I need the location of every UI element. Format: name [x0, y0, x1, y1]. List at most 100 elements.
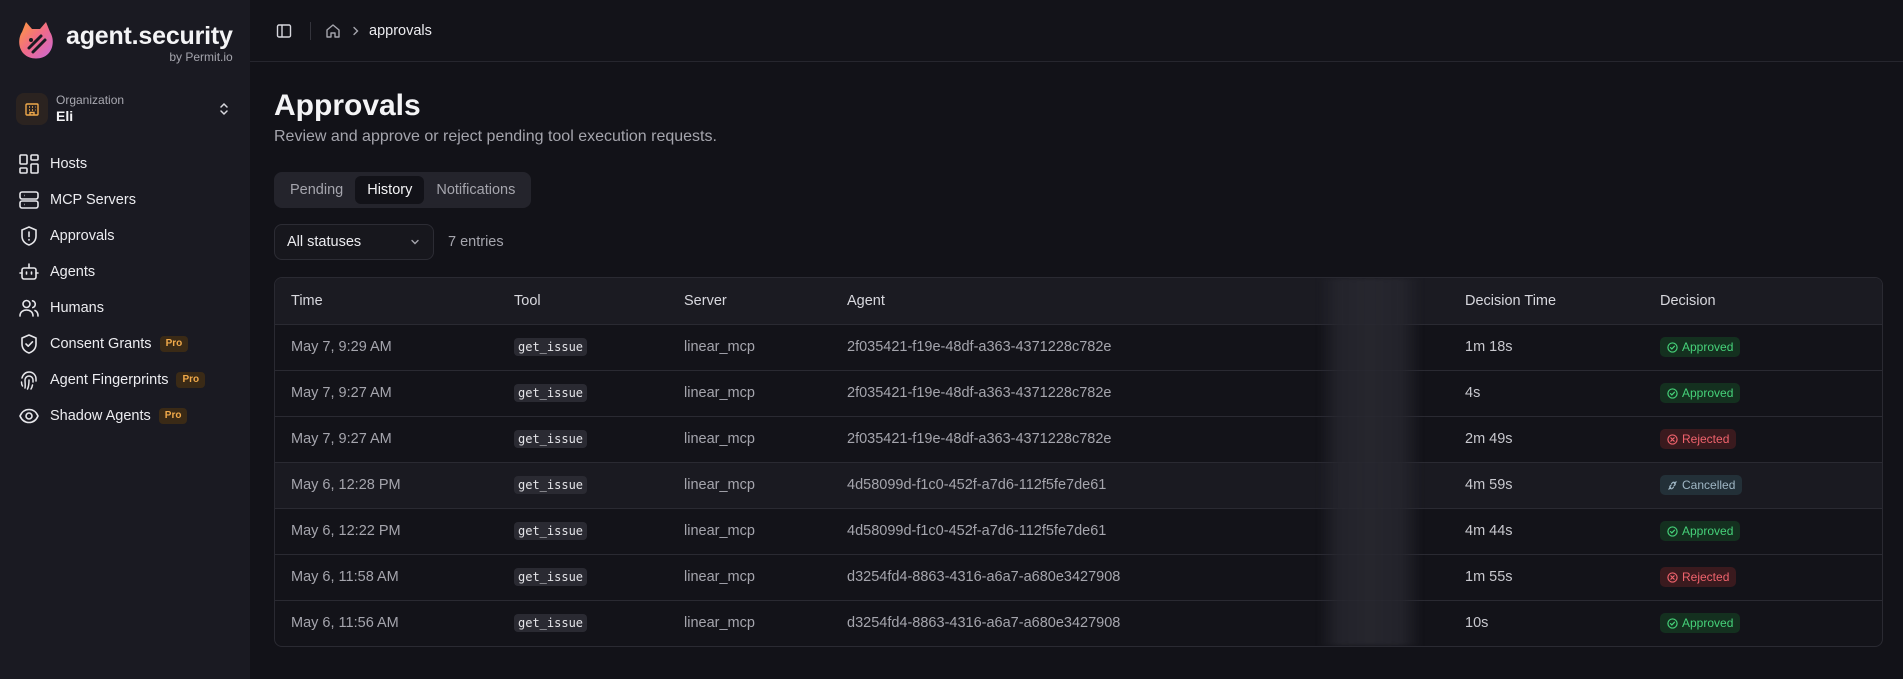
cell-time: May 6, 12:22 PM — [275, 508, 498, 555]
brand-subtitle: by Permit.io — [169, 50, 233, 64]
sidebar-item-label: Shadow Agents — [50, 408, 151, 424]
sidebar-item-approvals[interactable]: Approvals — [0, 218, 250, 254]
cell-decision-time: 10s — [1465, 615, 1489, 632]
cell-time: May 7, 9:27 AM — [275, 370, 498, 417]
sidebar-item-consent-grants[interactable]: Consent Grants Pro — [0, 326, 250, 362]
cell-decision-time: 4m 59s — [1449, 462, 1644, 509]
cell-time: May 6, 11:58 AM — [275, 554, 498, 601]
tabs: Pending History Notifications — [274, 172, 532, 208]
chevrons-up-down-icon[interactable] — [214, 99, 234, 119]
column-header-agent[interactable]: Agent — [831, 278, 1201, 325]
grid-icon — [19, 154, 39, 174]
shield-alert-icon — [21, 226, 37, 246]
status-filter-value: All statuses — [287, 234, 362, 250]
sidebar: agent.security by Permit.io Organization… — [0, 0, 250, 679]
sidebar-item-label: Consent Grants — [50, 336, 152, 352]
chevron-down-icon — [411, 239, 419, 245]
cell-tool: get_issue — [514, 614, 588, 633]
building-icon — [16, 93, 48, 125]
sidebar-item-label: Agent Fingerprints — [50, 372, 169, 388]
table-row[interactable]: May 6, 12:28 PM get_issue linear_mcp 4d5… — [275, 462, 1882, 509]
check-circle-icon — [1667, 618, 1678, 629]
server-icon — [19, 191, 39, 209]
cell-decision-time: 4s — [1449, 370, 1644, 417]
cell-server: linear_mcp — [668, 416, 831, 463]
table-row[interactable]: May 7, 9:27 AM get_issue linear_mcp 2f03… — [275, 416, 1882, 463]
redacted-column-overlay — [1318, 278, 1422, 646]
check-circle-icon — [1667, 525, 1678, 537]
approvals-page: Approvals Review and approve or reject p… — [250, 62, 1903, 647]
cell-decision-time: 1m 18s — [1449, 324, 1644, 371]
sidebar-item-agents[interactable]: Agents — [0, 254, 250, 290]
status-badge: Cancelled — [1660, 475, 1743, 495]
sidebar-item-label: Hosts — [50, 156, 88, 172]
sidebar-item-label: Approvals — [50, 228, 115, 244]
sidebar-item-hosts[interactable]: Hosts — [0, 146, 250, 182]
cell-tool: get_issue — [514, 568, 588, 586]
column-header-tool[interactable]: Tool — [498, 278, 668, 325]
users-icon — [19, 299, 39, 317]
page-title: Approvals — [274, 89, 421, 122]
sidebar-item-mcp-servers[interactable]: MCP Servers — [0, 182, 250, 218]
cell-time: May 7, 9:27 AM — [275, 416, 498, 463]
cell-server: linear_mcp — [668, 370, 831, 417]
x-circle-icon — [1667, 433, 1678, 445]
cell-agent: d3254fd4-8863-4316-a6a7-a680e3427908 — [847, 615, 1121, 632]
cell-agent: 2f035421-f19e-48df-a363-4371228c782e — [831, 370, 1201, 417]
column-header-decision-time[interactable]: Decision Time — [1449, 278, 1644, 325]
tab-notifications[interactable]: Notifications — [424, 176, 527, 204]
column-header-time[interactable]: Time — [275, 278, 498, 325]
cell-agent: 2f035421-f19e-48df-a363-4371228c782e — [831, 416, 1201, 463]
organization-switcher[interactable]: Organization Eli — [16, 90, 234, 128]
cell-decision-time: 1m 55s — [1449, 554, 1644, 601]
cell-server: linear_mcp — [668, 554, 831, 601]
cell-server: linear_mcp — [684, 615, 755, 632]
table-row[interactable]: May 6, 12:22 PM get_issue linear_mcp 4d5… — [275, 508, 1882, 555]
table-header-row: Time Tool Server Agent Decision Time Dec… — [275, 278, 1882, 325]
page-subtitle: Review and approve or reject pending too… — [274, 128, 717, 145]
sidebar-toggle-icon[interactable] — [274, 21, 294, 41]
app-root: agent.security by Permit.io Organization… — [0, 0, 1903, 679]
sidebar-item-humans[interactable]: Humans — [0, 290, 250, 326]
check-circle-icon — [1667, 387, 1678, 399]
pro-badge: Pro — [158, 408, 188, 424]
column-header-decision[interactable]: Decision — [1644, 278, 1882, 325]
sidebar-item-shadow-agents[interactable]: Shadow Agents Pro — [0, 398, 250, 434]
table-row[interactable]: May 7, 9:27 AM get_issue linear_mcp 2f03… — [275, 370, 1882, 417]
pro-badge: Pro — [159, 336, 189, 352]
cell-server: linear_mcp — [668, 462, 831, 509]
brand[interactable]: agent.security by Permit.io — [0, 18, 250, 70]
table-row[interactable]: May 6, 11:56 AM get_issue linear_mcp d32… — [275, 600, 1882, 646]
status-badge: Approved — [1660, 383, 1741, 403]
cell-agent: 4d58099d-f1c0-452f-a7d6-112f5fe7de61 — [831, 508, 1201, 555]
cell-tool: get_issue — [514, 338, 588, 356]
org-label: Organization — [56, 93, 125, 107]
status-filter-select[interactable]: All statuses — [274, 224, 434, 260]
check-circle-icon — [1667, 341, 1678, 353]
column-header-server[interactable]: Server — [668, 278, 831, 325]
brand-name: agent.security — [66, 22, 233, 50]
status-badge: Approved — [1660, 613, 1741, 634]
sidebar-nav: Hosts MCP Servers Approvals Agents Human… — [0, 146, 250, 434]
x-circle-icon — [1667, 571, 1678, 583]
cell-agent: d3254fd4-8863-4316-a6a7-a680e3427908 — [831, 554, 1201, 601]
table-row[interactable]: May 6, 11:58 AM get_issue linear_mcp d32… — [275, 554, 1882, 601]
tab-pending[interactable]: Pending — [278, 176, 355, 204]
status-badge: Approved — [1660, 521, 1741, 541]
history-table: Time Tool Server Agent Decision Time Dec… — [274, 277, 1883, 647]
sidebar-item-agent-fingerprints[interactable]: Agent Fingerprints Pro — [0, 362, 250, 398]
divider — [310, 21, 311, 40]
status-badge: Rejected — [1660, 429, 1737, 449]
table-row[interactable]: May 7, 9:29 AM get_issue linear_mcp 2f03… — [275, 324, 1882, 371]
breadcrumb-current: approvals — [369, 22, 432, 39]
cell-tool: get_issue — [514, 384, 588, 402]
home-icon[interactable] — [325, 22, 343, 40]
org-name: Eli — [56, 108, 74, 124]
chevron-right-icon — [351, 26, 361, 36]
cell-agent: 2f035421-f19e-48df-a363-4371228c782e — [831, 324, 1201, 371]
bot-icon — [19, 263, 39, 280]
tab-history[interactable]: History — [355, 176, 425, 204]
topbar: approvals — [250, 0, 1903, 62]
filters: All statuses 7 entries — [274, 224, 1883, 260]
eye-icon — [19, 408, 39, 424]
